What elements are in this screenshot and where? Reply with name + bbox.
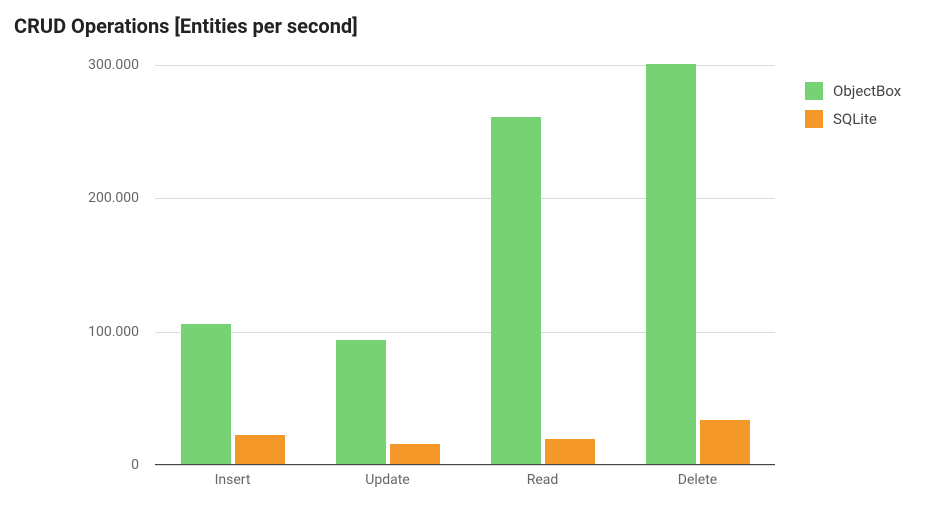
legend-swatch	[805, 82, 823, 100]
legend-item-sqlite: SQLite	[805, 110, 901, 128]
legend-label: SQLite	[833, 110, 877, 128]
bar-sqlite-delete	[700, 420, 750, 464]
legend-label: ObjectBox	[833, 82, 901, 100]
x-tick-label: Read	[527, 464, 559, 488]
y-tick-label: 100.000	[88, 324, 155, 340]
bar-sqlite-update	[390, 444, 440, 464]
bar-sqlite-insert	[235, 435, 285, 464]
bar-sqlite-read	[545, 439, 595, 464]
legend-swatch	[805, 110, 823, 128]
x-tick-label: Insert	[215, 464, 251, 488]
y-tick-label: 0	[131, 457, 155, 473]
bar-objectbox-insert	[181, 324, 231, 464]
chart-title: CRUD Operations [Entities per second]	[14, 14, 358, 38]
x-tick-label: Update	[365, 464, 409, 488]
chart-plot-area: 0100.000200.000300.000InsertUpdateReadDe…	[155, 65, 775, 465]
x-tick-label: Delete	[678, 464, 717, 488]
bar-group: Insert	[155, 65, 310, 464]
bar-group: Delete	[620, 65, 775, 464]
bar-objectbox-delete	[646, 64, 696, 464]
bar-group: Update	[310, 65, 465, 464]
legend-item-objectbox: ObjectBox	[805, 82, 901, 100]
bar-objectbox-read	[491, 117, 541, 464]
bar-objectbox-update	[336, 340, 386, 464]
bar-group: Read	[465, 65, 620, 464]
y-tick-label: 200.000	[88, 190, 155, 206]
chart-legend: ObjectBox SQLite	[805, 82, 901, 138]
y-tick-label: 300.000	[88, 57, 155, 73]
